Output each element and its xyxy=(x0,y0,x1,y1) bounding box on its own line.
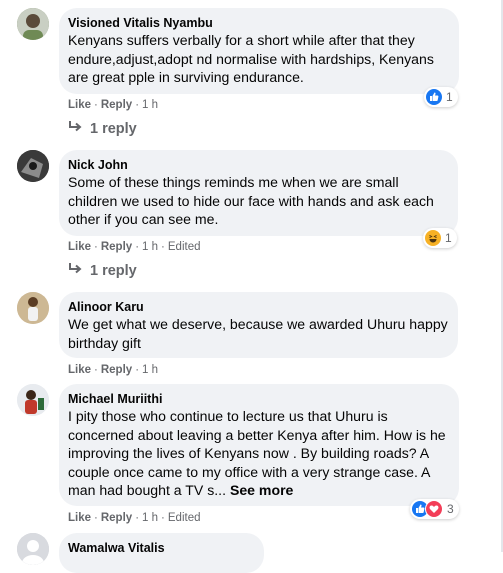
like-button[interactable]: Like xyxy=(68,364,91,376)
reaction-summary[interactable]: 1 xyxy=(423,228,457,248)
comment-author[interactable]: Nick John xyxy=(68,157,449,173)
edited-label[interactable]: Edited xyxy=(168,241,201,253)
reply-arrow-icon xyxy=(68,262,82,280)
reply-button[interactable]: Reply xyxy=(101,241,132,253)
view-replies-link[interactable]: 1 reply xyxy=(68,120,137,138)
comment-text: I pity those who continue to lecture us … xyxy=(68,407,450,500)
like-icon xyxy=(426,89,442,105)
reaction-summary[interactable]: 1 xyxy=(424,87,458,107)
comment-bubble: Visioned Vitalis Nyambu Kenyans suffers … xyxy=(59,8,459,94)
avatar[interactable] xyxy=(17,8,49,40)
edited-label[interactable]: Edited xyxy=(168,512,201,524)
comment-text: Some of these things reminds me when we … xyxy=(68,174,434,227)
comment-author[interactable]: Alinoor Karu xyxy=(68,299,449,315)
avatar[interactable] xyxy=(17,384,49,416)
view-replies-link[interactable]: 1 reply xyxy=(68,262,137,280)
replies-count: 1 reply xyxy=(90,121,137,137)
timestamp[interactable]: 1 h xyxy=(142,241,158,253)
avatar[interactable] xyxy=(17,292,49,324)
timestamp[interactable]: 1 h xyxy=(142,364,158,376)
like-button[interactable]: Like xyxy=(68,241,91,253)
see-more-link[interactable]: See more xyxy=(230,482,293,498)
replies-count: 1 reply xyxy=(90,263,137,279)
timestamp[interactable]: 1 h xyxy=(142,512,158,524)
comment-actions: Like · Reply · 1 h · Edited xyxy=(68,512,201,524)
like-button[interactable]: Like xyxy=(68,512,91,524)
reply-button[interactable]: Reply xyxy=(101,99,132,111)
comment-author[interactable]: Wamalwa Vitalis xyxy=(68,540,255,556)
timestamp[interactable]: 1 h xyxy=(142,99,158,111)
reply-button[interactable]: Reply xyxy=(101,512,132,524)
reaction-count: 1 xyxy=(446,90,453,104)
comment-actions: Like · Reply · 1 h · Edited xyxy=(68,241,201,253)
love-icon xyxy=(425,500,443,518)
reaction-summary[interactable]: 3 xyxy=(410,499,459,519)
like-button[interactable]: Like xyxy=(68,99,91,111)
comment-bubble: Alinoor Karu We get what we deserve, bec… xyxy=(59,292,458,358)
comment-actions: Like · Reply · 1 h xyxy=(68,99,159,111)
reaction-count: 3 xyxy=(447,502,454,516)
reaction-count: 1 xyxy=(445,231,452,245)
comment-bubble: Michael Muriithi I pity those who contin… xyxy=(59,384,459,506)
comment-author[interactable]: Michael Muriithi xyxy=(68,391,450,407)
reply-button[interactable]: Reply xyxy=(101,364,132,376)
reply-arrow-icon xyxy=(68,120,82,138)
comment-text: We get what we deserve, because we award… xyxy=(68,316,448,351)
comment-bubble: Nick John Some of these things reminds m… xyxy=(59,150,458,236)
comment-author[interactable]: Visioned Vitalis Nyambu xyxy=(68,15,450,31)
comment-actions: Like · Reply · 1 h xyxy=(68,364,159,376)
comment-bubble: Wamalwa Vitalis xyxy=(59,533,264,573)
avatar[interactable] xyxy=(17,150,49,182)
avatar[interactable] xyxy=(17,533,49,565)
comment-text: Kenyans suffers verbally for a short whi… xyxy=(68,32,434,85)
haha-icon xyxy=(425,230,441,246)
